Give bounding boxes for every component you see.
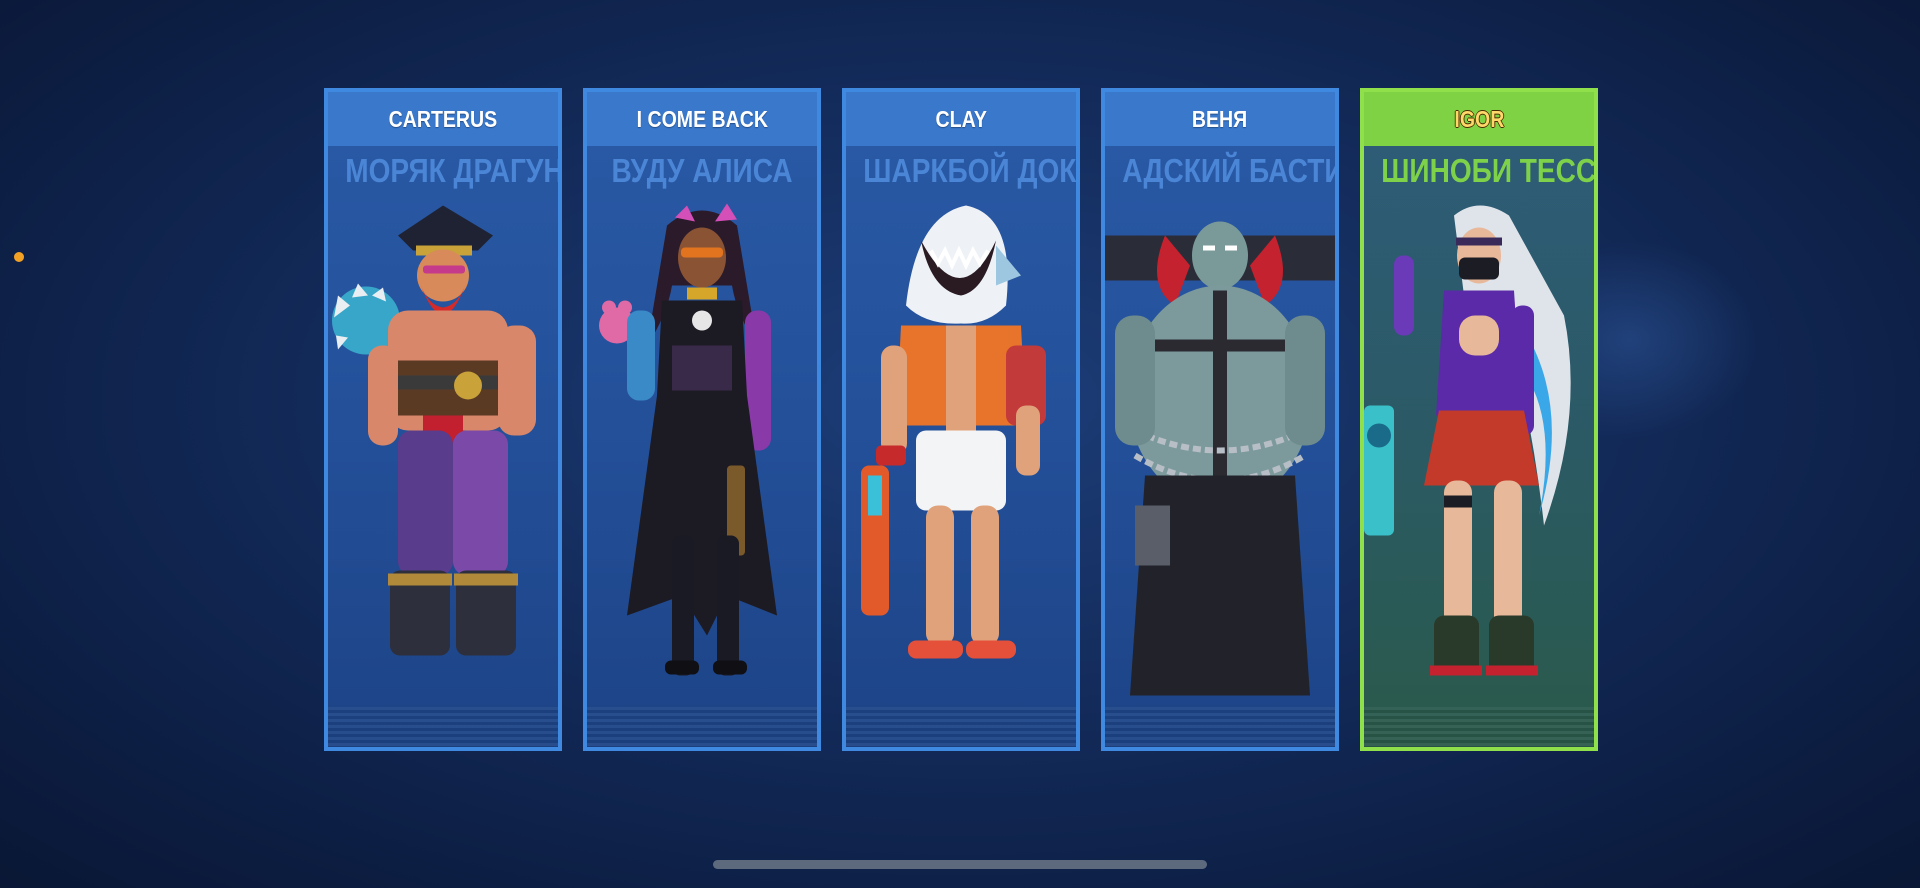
shark-hero-icon [846,172,1076,719]
hero-card-i-come-back[interactable]: I COME BACK ВУДУ АЛИСА [583,88,821,751]
player-name: ВЕНЯ [1192,105,1248,132]
player-name: I COME BACK [636,105,768,132]
hero-card-clay[interactable]: CLAY ШАРКБОЙ ДОК [842,88,1080,751]
pirate-hero-icon [328,172,558,719]
card-header: CLAY [846,92,1076,146]
player-name: CLAY [935,105,987,132]
player-name: IGOR [1454,105,1504,132]
voodoo-hero-icon [587,172,817,719]
home-indicator[interactable] [713,860,1207,869]
card-header: I COME BACK [587,92,817,146]
hero-cards: CARTERUS МОРЯК ДРАГУН I COME BACK ВУДУ А… [324,88,1598,751]
player-name: CARTERUS [388,105,498,132]
hero-card-carterus[interactable]: CARTERUS МОРЯК ДРАГУН [324,88,562,751]
card-header: IGOR [1364,92,1594,146]
ninja-hero-icon [1364,172,1594,719]
card-header: CARTERUS [328,92,558,146]
hero-card-venya[interactable]: ВЕНЯ АДСКИЙ БАСТИОН [1101,88,1339,751]
brute-hero-icon [1105,172,1335,719]
card-header: ВЕНЯ [1105,92,1335,146]
hero-card-igor[interactable]: IGOR ШИНОБИ ТЕСС [1360,88,1598,751]
status-dot [14,252,24,262]
